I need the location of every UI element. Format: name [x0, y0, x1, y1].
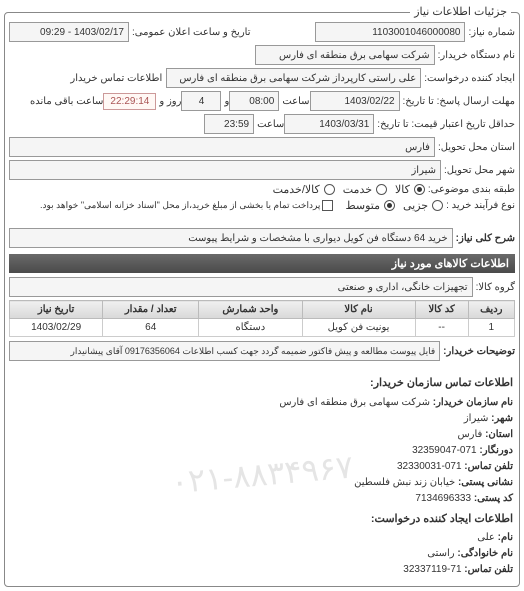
td-date: 1403/02/29: [10, 319, 103, 337]
phone: 071-32330031: [397, 461, 462, 472]
treasury-checkbox[interactable]: [322, 200, 333, 211]
province-field: فارس: [9, 137, 435, 157]
time-label-2: ساعت: [257, 119, 284, 130]
fax: 071-32359047: [412, 445, 477, 456]
buyer-notes-field: فایل پیوست مطالعه و پیش فاکتور ضمیمه گرد…: [9, 341, 440, 361]
details-panel: جزئیات اطلاعات نیاز شماره نیاز: 11030010…: [4, 12, 520, 587]
td-row: 1: [468, 319, 514, 337]
postal-code-label: کد پستی:: [474, 493, 513, 504]
td-unit: دستگاه: [199, 319, 302, 337]
th-unit: واحد شمارش: [199, 301, 302, 319]
valid-until-time-field: 23:59: [204, 114, 254, 134]
radio-icon: [432, 200, 443, 211]
buy-type-partial-radio[interactable]: جزیی: [403, 199, 443, 212]
postal-code: 7134696333: [415, 493, 471, 504]
desc-field: خرید 64 دستگاه فن کویل دیواری با مشخصات …: [9, 228, 453, 248]
table-header-row: ردیف کد کالا نام کالا واحد شمارش تعداد /…: [10, 301, 515, 319]
group-label: گروه کالا:: [476, 282, 515, 293]
contact-org: شرکت سهامی برق منطقه ای فارس: [279, 397, 430, 408]
fax-label: دورنگار:: [479, 445, 513, 456]
td-name: یونیت فن کویل: [302, 319, 415, 337]
and-label: و: [224, 96, 229, 107]
creator-header: اطلاعات ایجاد کننده درخواست:: [11, 511, 513, 529]
need-no-label: شماره نیاز:: [468, 27, 515, 38]
contact-org-label: نام سازمان خریدار:: [433, 397, 513, 408]
goods-section-header: اطلاعات کالاهای مورد نیاز: [9, 254, 515, 273]
nature-both-radio[interactable]: کالا/خدمت: [273, 183, 335, 196]
contact-city: شیراز: [464, 413, 489, 424]
radio-icon: [324, 184, 335, 195]
goods-table: ردیف کد کالا نام کالا واحد شمارش تعداد /…: [9, 300, 515, 337]
time-label-1: ساعت: [282, 96, 309, 107]
pub-datetime-field: 1403/02/17 - 09:29: [9, 22, 129, 42]
contact-block: ۰۲۱-۸۸۳۴۹۶۷ اطلاعات تماس سازمان خریدار: …: [9, 367, 515, 582]
deadline-time-field: 08:00: [229, 91, 279, 111]
phone-label: تلفن تماس:: [464, 461, 513, 472]
req-creator-field: علی راستی کارپرداز شرکت سهامی برق منطقه …: [166, 68, 421, 88]
th-row: ردیف: [468, 301, 514, 319]
contact-header: اطلاعات تماس سازمان خریدار:: [11, 375, 513, 393]
buyer-name-field: شرکت سهامی برق منطقه ای فارس: [255, 45, 435, 65]
days-field: 4: [181, 91, 221, 111]
panel-legend: جزئیات اطلاعات نیاز: [410, 5, 511, 18]
lname-label: نام خانوادگی:: [457, 548, 513, 559]
req-creator-label: ایجاد کننده درخواست:: [424, 73, 515, 84]
city-field: شیراز: [9, 160, 441, 180]
radio-icon: [414, 184, 425, 195]
nature-service-text: خدمت: [343, 183, 372, 196]
td-code: --: [415, 319, 468, 337]
creator-phone-label: تلفن تماس:: [464, 564, 513, 575]
remaining-time: 22:29:14: [103, 93, 156, 110]
fname: علی: [477, 532, 495, 543]
th-qty: تعداد / مقدار: [103, 301, 199, 319]
pub-datetime-label: تاریخ و ساعت اعلان عمومی:: [132, 27, 251, 38]
city-label: شهر محل تحویل:: [444, 165, 515, 176]
postal-addr: خیابان زند نبش فلسطین: [354, 477, 455, 488]
th-name: نام کالا: [302, 301, 415, 319]
contact-city-label: شهر:: [491, 413, 513, 424]
creator-phone: 71-32337119: [403, 564, 461, 575]
td-qty: 64: [103, 319, 199, 337]
desc-label: شرح کلی نیاز:: [456, 233, 515, 244]
buy-type-label: نوع فرآیند خرید :: [446, 200, 515, 211]
th-date: تاریخ نیاز: [10, 301, 103, 319]
radio-icon: [384, 200, 395, 211]
buy-note: پرداخت تمام یا بخشی از مبلغ خرید،از محل …: [40, 200, 320, 211]
nature-goods-radio[interactable]: کالا: [395, 183, 425, 196]
buyer-notes-label: توضیحات خریدار:: [443, 346, 515, 357]
nature-both-text: کالا/خدمت: [273, 183, 320, 196]
province-label: استان محل تحویل:: [438, 142, 515, 153]
buyer-contact-link[interactable]: اطلاعات تماس خریدار: [70, 73, 162, 84]
group-field: تجهیزات خانگی، اداری و صنعتی: [9, 277, 473, 297]
postal-addr-label: نشانی پستی:: [458, 477, 513, 488]
days-label: روز و: [159, 96, 181, 107]
remaining-label: ساعت باقی مانده: [30, 96, 103, 107]
nature-label: طبقه بندی موضوعی:: [428, 184, 515, 195]
nature-service-radio[interactable]: خدمت: [343, 183, 387, 196]
buy-type-partial-text: جزیی: [403, 199, 428, 212]
buy-type-medium-radio[interactable]: متوسط: [345, 199, 395, 212]
th-code: کد کالا: [415, 301, 468, 319]
lname: راستی: [427, 548, 454, 559]
buyer-name-label: نام دستگاه خریدار:: [438, 50, 515, 61]
deadline-label: مهلت ارسال پاسخ: تا تاریخ:: [403, 96, 515, 107]
table-row: 1 -- یونیت فن کویل دستگاه 64 1403/02/29: [10, 319, 515, 337]
buy-type-medium-text: متوسط: [345, 199, 380, 212]
contact-province: فارس: [457, 429, 482, 440]
valid-until-label: حداقل تاریخ اعتبار قیمت: تا تاریخ:: [377, 119, 515, 130]
fname-label: نام:: [498, 532, 513, 543]
nature-goods-text: کالا: [395, 183, 410, 196]
contact-province-label: استان:: [485, 429, 513, 440]
radio-icon: [376, 184, 387, 195]
deadline-date-field: 1403/02/22: [310, 91, 400, 111]
valid-until-date-field: 1403/03/31: [284, 114, 374, 134]
need-no-field: 1103001046000080: [315, 22, 465, 42]
